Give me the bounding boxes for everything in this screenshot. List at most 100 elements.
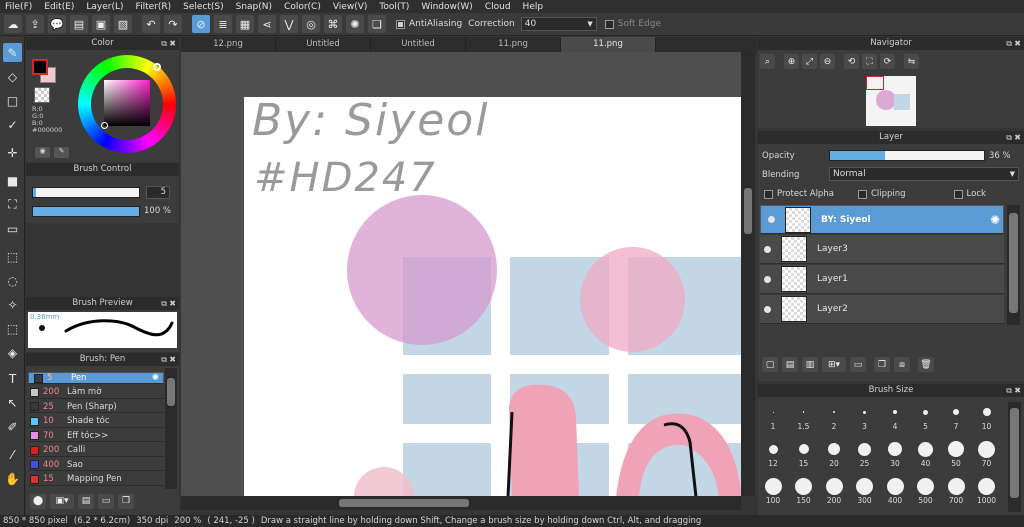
brush-size-value[interactable]: 5 — [146, 186, 170, 199]
brush-size-preset[interactable]: 12 — [762, 439, 784, 468]
brush-size-preset[interactable]: 150 — [793, 476, 815, 505]
close-icon[interactable]: ✖ — [1014, 131, 1021, 144]
brush-item[interactable]: 5 Pen ✺ — [28, 372, 164, 384]
undock-icon[interactable]: ⧉ — [161, 37, 167, 50]
undock-icon[interactable]: ⧉ — [1006, 131, 1012, 144]
menu-color[interactable]: Color(C) — [279, 2, 328, 12]
layer-row[interactable]: BY: Siyeol ✺ — [760, 205, 1004, 234]
undock-icon[interactable]: ⧉ — [1006, 37, 1012, 50]
brush-size-scroll-thumb[interactable] — [1010, 408, 1019, 498]
undock-icon[interactable]: ⧉ — [1006, 384, 1012, 397]
canvas-viewport[interactable]: By: Siyeol #HD247 — [181, 52, 741, 496]
layer-list-scroll-thumb[interactable] — [1009, 213, 1018, 313]
snap-settings-icon[interactable]: ❏ — [368, 15, 386, 33]
foreground-color-swatch[interactable] — [32, 59, 48, 75]
eyedropper-tool-icon[interactable]: ⁄ — [3, 445, 22, 464]
close-icon[interactable]: ✖ — [169, 297, 176, 310]
menu-tool[interactable]: Tool(T) — [374, 2, 416, 12]
bucket-tool-icon[interactable]: ⛶ — [3, 195, 22, 214]
menu-file[interactable]: File(F) — [0, 2, 39, 12]
parallel-snap-icon[interactable]: ≣ — [214, 15, 232, 33]
close-icon[interactable]: ✖ — [1014, 37, 1021, 50]
protect-alpha-checkbox[interactable] — [764, 189, 773, 199]
menu-help[interactable]: Help — [518, 2, 551, 12]
brush-size-preset[interactable]: 15 — [793, 439, 815, 468]
brush-size-scrollbar[interactable] — [1008, 402, 1021, 512]
brush-size-preset[interactable]: 50 — [945, 439, 967, 468]
visibility-icon[interactable] — [764, 275, 771, 283]
brush-size-preset[interactable]: 70 — [976, 439, 998, 468]
brush-new-icon[interactable]: ▣▾ — [50, 493, 74, 509]
brush-item[interactable]: 10 Shade tóc — [28, 416, 164, 428]
brush-item[interactable]: 400 Sao — [28, 459, 164, 471]
vanishing-point-icon[interactable]: ⋖ — [258, 15, 276, 33]
export-icon[interactable]: ⇪ — [26, 15, 44, 33]
brush-item[interactable]: 200 Làm mờ — [28, 387, 164, 399]
settings-icon[interactable]: ✺ — [346, 15, 364, 33]
brush-tool-icon[interactable]: ✎ — [3, 43, 22, 62]
brush-size-preset[interactable]: 5 — [915, 402, 937, 431]
navigator-view-rect[interactable] — [866, 76, 884, 90]
zoom-in-icon[interactable]: ⊕ — [784, 54, 799, 69]
lasso-tool-icon[interactable]: ◌ — [3, 271, 22, 290]
rect-fill-tool-icon[interactable]: ■ — [3, 171, 22, 190]
undock-icon[interactable]: ⧉ — [161, 297, 167, 310]
brush-size-preset[interactable]: 3 — [854, 402, 876, 431]
layer-row[interactable]: Layer2 — [760, 295, 1004, 324]
brush-size-preset[interactable]: 7 — [945, 402, 967, 431]
brush-size-preset[interactable]: 40 — [915, 439, 937, 468]
hue-marker[interactable] — [153, 63, 161, 71]
add-layer-menu-icon[interactable]: ⊞▾ — [822, 357, 846, 372]
brush-list-scroll-thumb[interactable] — [167, 378, 175, 406]
save-icon[interactable]: ▣ — [92, 15, 110, 33]
visibility-icon[interactable] — [764, 305, 771, 313]
brush-copy-icon[interactable]: ▤ — [78, 493, 94, 509]
rotate-left-icon[interactable]: ⟲ — [844, 54, 859, 69]
visibility-icon[interactable] — [764, 245, 771, 253]
tab-11-png-active[interactable]: 11.png — [561, 37, 656, 52]
comment-icon[interactable]: 💬 — [48, 15, 66, 33]
saturation-value-square[interactable] — [101, 80, 150, 129]
canvas-horizontal-scrollbar[interactable] — [181, 496, 741, 510]
brush-item[interactable]: 15 Mapping Pen — [28, 474, 164, 486]
brush-size-preset[interactable]: 10 — [976, 402, 998, 431]
brush-size-preset[interactable]: 20 — [823, 439, 845, 468]
tab-untitled-1[interactable]: Untitled — [276, 37, 371, 52]
layer-list-scrollbar[interactable] — [1007, 205, 1020, 325]
curve-snap-icon[interactable]: ⌘ — [324, 15, 342, 33]
brush-opacity-slider[interactable] — [32, 206, 140, 217]
rotate-right-icon[interactable]: ⟳ — [880, 54, 895, 69]
brush-size-preset[interactable]: 1000 — [976, 476, 998, 505]
delete-layer-icon[interactable]: 🗑 — [918, 357, 934, 372]
layer-settings-icon[interactable]: ✺ — [990, 213, 1000, 227]
blending-select[interactable]: Normal ▼ — [829, 167, 1019, 181]
menu-cloud[interactable]: Cloud — [480, 2, 518, 12]
eyedropper-small-icon[interactable]: ✎ — [54, 147, 69, 158]
select-rect-tool-icon[interactable]: ⬚ — [3, 247, 22, 266]
radial-snap-icon[interactable]: ⋁ — [280, 15, 298, 33]
circle-snap-icon[interactable]: ◎ — [302, 15, 320, 33]
flip-icon[interactable]: ⇋ — [904, 54, 919, 69]
rotate-reset-icon[interactable]: ⛶ — [862, 54, 877, 69]
antialiasing-checkbox[interactable] — [396, 19, 405, 29]
zoom-fit-icon[interactable]: ⌕ — [760, 54, 775, 69]
pen-tool-icon[interactable]: ✓ — [3, 115, 22, 134]
hand-tool-icon[interactable]: ✋ — [3, 469, 22, 488]
close-icon[interactable]: ✖ — [169, 37, 176, 50]
canvas-page[interactable]: By: Siyeol #HD247 — [244, 97, 741, 496]
brush-duplicate-icon[interactable]: ❐ — [118, 493, 134, 509]
brush-item[interactable]: 70 Eff tóc>> — [28, 430, 164, 442]
tab-12-png[interactable]: 12.png — [181, 37, 276, 52]
brush-size-preset[interactable]: 2 — [823, 402, 845, 431]
zoom-out-icon[interactable]: ⊖ — [820, 54, 835, 69]
brush-list-scrollbar[interactable] — [165, 368, 177, 489]
brush-size-preset[interactable]: 500 — [915, 476, 937, 505]
image-icon[interactable]: ▧ — [114, 15, 132, 33]
palette-icon[interactable]: ◉ — [35, 147, 50, 158]
layer-row[interactable]: Layer1 — [760, 265, 1004, 294]
undo-icon[interactable]: ↶ — [142, 15, 160, 33]
visibility-icon[interactable] — [768, 216, 775, 223]
tab-untitled-2[interactable]: Untitled — [371, 37, 466, 52]
brush-size-preset[interactable]: 700 — [945, 476, 967, 505]
gradient-tool-icon[interactable]: ▭ — [3, 219, 22, 238]
